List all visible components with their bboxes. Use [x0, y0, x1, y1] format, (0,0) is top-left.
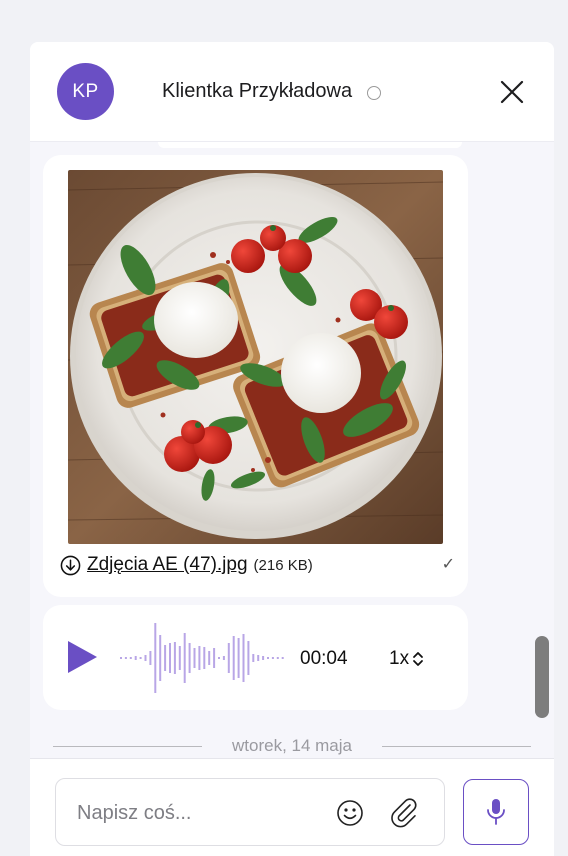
- file-size: (216 KB): [253, 556, 313, 574]
- waveform-bar: [193, 648, 196, 668]
- waveform-bar: [203, 647, 206, 669]
- waveform-bar: [164, 645, 167, 671]
- waveform-bar: [262, 656, 265, 660]
- waveform-bar: [149, 651, 152, 665]
- waveform-bar: [169, 643, 171, 673]
- waveform-bar: [257, 655, 260, 661]
- waveform-bar: [188, 643, 191, 673]
- date-separator-label: wtorek, 14 maja: [232, 736, 352, 755]
- waveform-bar: [267, 657, 269, 659]
- waveform-bar: [237, 638, 240, 678]
- status-indicator-icon: [367, 86, 381, 100]
- waveform-bar: [120, 657, 122, 659]
- play-icon: [68, 641, 97, 673]
- waveform-bar: [198, 646, 201, 670]
- waveform-bar: [129, 657, 132, 659]
- messages-list[interactable]: Zdjęcia AE (47).jpg (216 KB) ✓ 00:04 1x: [30, 142, 554, 758]
- close-button[interactable]: [498, 78, 526, 106]
- chat-header: KP Klientka Przykładowa: [30, 42, 554, 142]
- paperclip-icon: [391, 798, 417, 828]
- date-separator: wtorek, 14 maja: [53, 732, 531, 760]
- file-name-link[interactable]: Zdjęcia AE (47).jpg: [87, 554, 248, 576]
- waveform-bar: [218, 657, 220, 659]
- scrollbar-thumb[interactable]: [535, 636, 549, 718]
- close-icon: [500, 80, 524, 104]
- waveform-bar: [173, 642, 176, 674]
- attach-file-button[interactable]: [389, 797, 419, 829]
- waveform-bar: [276, 657, 279, 659]
- play-button[interactable]: [66, 640, 98, 674]
- record-voice-button[interactable]: [463, 779, 529, 845]
- message-composer: [30, 758, 554, 856]
- chat-panel: KP Klientka Przykładowa Zdjęcia AE (47).…: [30, 42, 554, 856]
- microphone-icon: [487, 799, 505, 825]
- waveform-bar: [247, 641, 250, 675]
- waveform-bar: [213, 648, 216, 668]
- waveform-bar: [227, 643, 230, 673]
- waveform-bar: [232, 636, 235, 680]
- waveform-bar: [178, 646, 181, 670]
- audio-message-bubble: 00:04 1x: [43, 605, 468, 710]
- waveform-bar: [252, 654, 255, 662]
- playback-speed-value: 1x: [389, 648, 410, 669]
- waveform-bar: [281, 657, 284, 659]
- image-message-bubble: Zdjęcia AE (47).jpg (216 KB) ✓: [43, 155, 468, 597]
- waveform-bar: [183, 633, 186, 683]
- message-input-box: [55, 778, 445, 846]
- audio-waveform[interactable]: [118, 621, 288, 695]
- waveform-bar: [154, 621, 157, 695]
- previous-message-bubble: [158, 142, 462, 148]
- waveform-bar: [159, 635, 162, 681]
- emoji-button[interactable]: [336, 799, 364, 827]
- waveform-bar: [208, 651, 211, 665]
- contact-name: Klientka Przykładowa: [162, 80, 353, 102]
- waveform-bar: [124, 657, 127, 659]
- message-input[interactable]: [77, 797, 317, 829]
- waveform-bar: [222, 656, 225, 660]
- message-photo[interactable]: [68, 170, 443, 544]
- avatar: KP: [57, 63, 114, 120]
- waveform-bar: [144, 655, 147, 661]
- updown-chevron-icon: [413, 652, 423, 666]
- audio-duration: 00:04: [300, 648, 348, 669]
- waveform-bar: [242, 634, 245, 682]
- read-receipt-icon: ✓: [441, 556, 455, 573]
- divider: [382, 745, 531, 747]
- smiley-icon: [337, 800, 363, 826]
- waveform-bar: [139, 657, 142, 659]
- waveform-bar: [134, 656, 137, 660]
- file-attachment-row: Zdjęcia AE (47).jpg (216 KB) ✓: [60, 552, 455, 578]
- download-icon[interactable]: [60, 555, 81, 576]
- divider: [53, 745, 202, 747]
- avatar-initials: KP: [72, 80, 99, 102]
- waveform-bar: [271, 657, 274, 659]
- playback-speed-selector[interactable]: 1x: [389, 648, 424, 670]
